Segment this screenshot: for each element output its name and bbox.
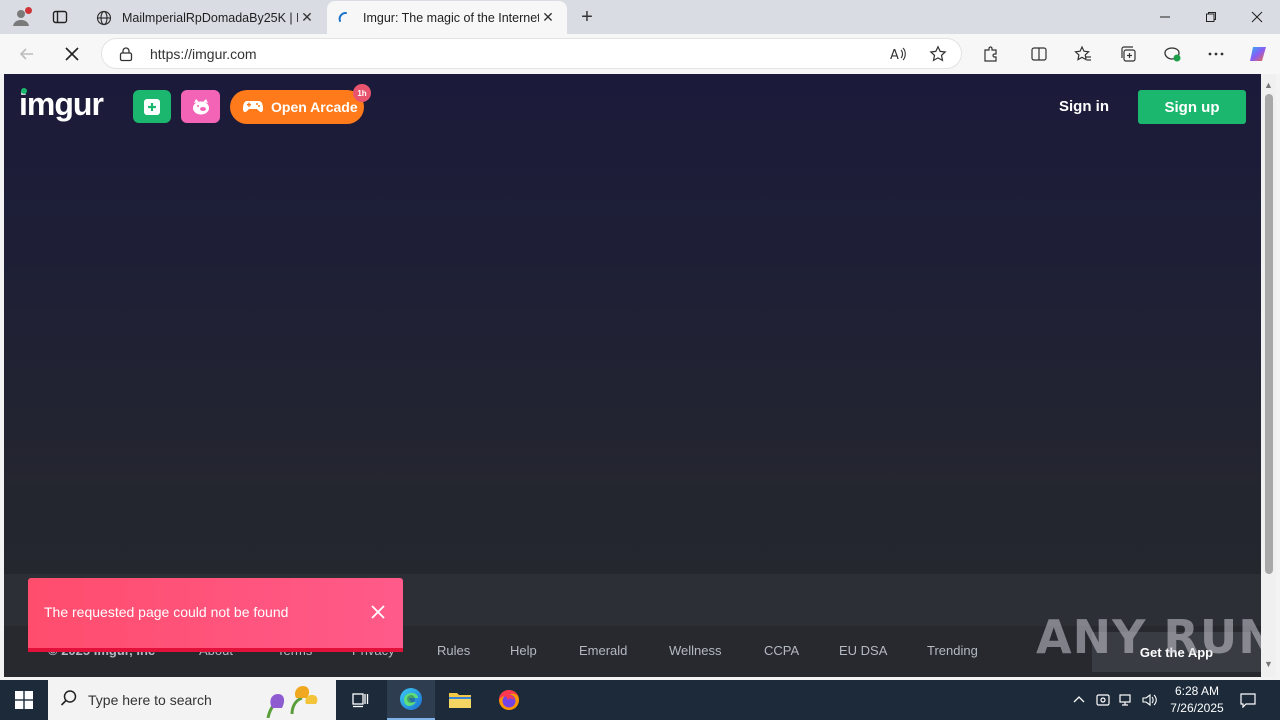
footer-link-trending[interactable]: Trending [927,643,978,658]
toast-message: The requested page could not be found [44,604,289,620]
pig-face-icon [192,98,209,114]
tab-title: Imgur: The magic of the Internet [363,10,539,25]
notifications-icon[interactable] [1236,680,1260,720]
tulip-decoration-icon [258,684,328,720]
taskbar-search[interactable]: Type here to search [48,680,336,720]
back-button[interactable] [13,40,41,68]
clock-time: 6:28 AM [1174,684,1220,698]
sign-up-button[interactable]: Sign up [1138,90,1246,124]
footer-link-emerald[interactable]: Emerald [579,643,627,658]
favorite-star-icon[interactable] [928,44,948,64]
show-hidden-icons[interactable] [1068,680,1090,720]
new-post-button[interactable] [133,90,171,123]
tab-bar: MailmperialRpDomadaBy25K | Dc ✕ Imgur: T… [0,0,1280,34]
scroll-up-icon[interactable]: ▲ [1264,80,1273,90]
imgur-page: imgur Open Arcade 1h Sign in Sign up © 2… [4,74,1261,677]
taskbar-edge[interactable] [387,680,435,720]
page-scrollbar[interactable]: ▲ ▼ [1261,74,1276,677]
new-tab-button[interactable]: + [576,6,598,28]
favorites-icon[interactable] [1072,43,1094,65]
chevron-up-icon [1073,696,1085,703]
site-info-icon[interactable] [118,46,134,62]
footer-link-wellness[interactable]: Wellness [669,643,722,658]
split-screen-icon[interactable] [1028,43,1050,65]
footer-link-help[interactable]: Help [510,643,537,658]
minimize-button[interactable] [1142,0,1188,34]
svg-text:A: A [890,48,899,63]
profile-icon[interactable] [8,5,34,29]
gamepad-icon [242,98,264,117]
meet-now-icon[interactable] [1093,680,1113,720]
windows-taskbar: Type here to search 6:28 AM 7/26/2025 [0,680,1280,720]
edge-icon [400,688,422,710]
taskbar-clock[interactable]: 6:28 AM 7/26/2025 [1162,683,1232,717]
search-placeholder: Type here to search [88,692,212,708]
task-view-icon [352,693,369,708]
taskbar-file-explorer[interactable] [436,680,484,720]
search-icon [60,689,78,712]
open-arcade-label: Open Arcade [271,99,358,115]
firefox-icon [499,690,519,710]
anyrun-watermark: ANY RUN [1036,610,1278,664]
tab-mail[interactable]: MailmperialRpDomadaBy25K | Dc ✕ [86,1,326,34]
read-aloud-icon[interactable]: A [888,44,908,64]
network-icon[interactable] [1116,680,1136,720]
scrollbar-thumb[interactable] [1265,94,1273,574]
restore-button[interactable] [1188,0,1234,34]
taskbar-firefox[interactable] [485,680,533,720]
plus-icon [144,98,160,115]
sign-in-link[interactable]: Sign in [1059,98,1109,115]
windows-logo-icon [15,691,33,709]
tab-imgur[interactable]: Imgur: The magic of the Internet ✕ [327,1,567,34]
globe-icon [96,10,112,26]
collections-icon[interactable] [1117,43,1139,65]
scroll-down-icon[interactable]: ▼ [1264,659,1273,669]
arcade-badge: 1h [353,84,371,102]
loading-icon [337,10,353,26]
clock-date: 7/26/2025 [1170,701,1224,715]
footer-link-eu-dsa[interactable]: EU DSA [839,643,887,658]
tab-title: MailmperialRpDomadaBy25K | Dc [122,10,298,25]
close-tab-icon[interactable]: ✕ [539,9,557,27]
logo-accent [21,88,27,94]
stop-loading-button[interactable] [58,40,86,68]
meme-generator-button[interactable] [181,90,220,123]
browser-essentials-icon[interactable] [1161,43,1183,65]
close-window-button[interactable] [1234,0,1280,34]
close-toast-icon[interactable] [369,603,387,621]
tab-actions-icon[interactable] [48,6,72,28]
toast-progress-bar [28,648,403,652]
more-menu-icon[interactable] [1205,43,1227,65]
address-bar[interactable]: https://imgur.com A [101,38,962,69]
footer-link-rules[interactable]: Rules [437,643,470,658]
folder-icon [449,693,471,708]
task-view-button[interactable] [336,680,384,720]
extensions-icon[interactable] [980,43,1002,65]
copilot-icon[interactable] [1247,43,1269,65]
imgur-logo[interactable]: imgur [19,86,104,123]
close-tab-icon[interactable]: ✕ [298,9,316,27]
footer-link-ccpa[interactable]: CCPA [764,643,799,658]
volume-icon[interactable] [1140,680,1160,720]
address-toolbar: https://imgur.com A [0,34,1280,74]
start-button[interactable] [0,680,48,720]
open-arcade-button[interactable]: Open Arcade [230,90,364,124]
error-toast: The requested page could not be found [28,578,403,652]
url-text[interactable]: https://imgur.com [150,46,257,62]
